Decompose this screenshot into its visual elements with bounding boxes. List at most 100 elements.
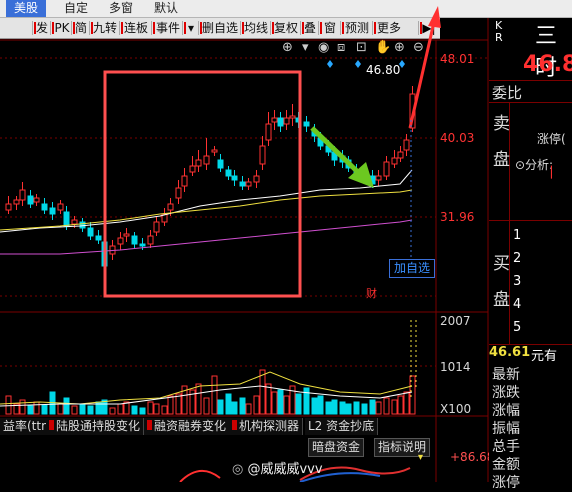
weibo-watermark: ◎ @威威威vvv bbox=[232, 458, 323, 477]
crosshair-icon[interactable]: ⊕ bbox=[282, 40, 293, 55]
candle bbox=[217, 154, 224, 172]
box-icon[interactable]: ⧈ bbox=[337, 40, 345, 55]
candle bbox=[289, 104, 296, 126]
volume-bar bbox=[5, 395, 12, 415]
candle bbox=[225, 166, 232, 180]
volume-bar bbox=[153, 403, 160, 415]
candle bbox=[57, 200, 64, 214]
volume-axis-label-high: 2007 bbox=[440, 314, 471, 328]
candle-body bbox=[195, 159, 202, 167]
volume-bar bbox=[317, 395, 324, 415]
stock-price: 46.8 bbox=[523, 52, 572, 77]
volume-bar bbox=[175, 393, 182, 415]
volume-bar bbox=[295, 393, 302, 415]
candle bbox=[245, 178, 252, 190]
candle-body bbox=[253, 175, 260, 183]
volume-bar bbox=[195, 383, 202, 415]
candle bbox=[271, 110, 278, 130]
candle bbox=[5, 196, 12, 214]
volume-bar bbox=[167, 395, 174, 415]
volume-bar bbox=[325, 401, 332, 415]
volume-axis-label-mid: 1014 bbox=[440, 360, 471, 374]
buy-level-4: 4 bbox=[513, 297, 522, 312]
tab-marker bbox=[232, 420, 237, 430]
candle-body bbox=[383, 161, 390, 177]
candle-body bbox=[181, 175, 188, 187]
candle-body bbox=[147, 235, 154, 245]
dropdown-arrow-icon[interactable]: ▾ bbox=[418, 452, 430, 464]
weibi-label: 委比 bbox=[492, 84, 523, 102]
tab-hk-connect-holding[interactable]: 陆股通持股变化 bbox=[46, 418, 145, 435]
add-watchlist-button[interactable]: 加自选 bbox=[389, 259, 435, 278]
tab-institution-detector[interactable]: 机构探测器 bbox=[229, 418, 304, 435]
volume-bar bbox=[27, 405, 34, 415]
candle bbox=[397, 146, 404, 162]
volume-bar bbox=[369, 399, 376, 415]
candle-body bbox=[79, 221, 86, 229]
bag-icon[interactable]: ⊡ bbox=[356, 40, 367, 55]
stat-amount: 金额 bbox=[492, 457, 520, 473]
candle bbox=[303, 116, 310, 132]
volume-bar bbox=[19, 399, 26, 415]
candle-body bbox=[231, 175, 238, 181]
candle-body bbox=[95, 235, 102, 241]
candle-body bbox=[87, 227, 94, 237]
candle-body bbox=[189, 165, 196, 173]
volume-bar bbox=[71, 405, 78, 415]
candle bbox=[123, 228, 130, 242]
candle bbox=[277, 112, 284, 132]
limit-up-label: 涨停( bbox=[537, 132, 566, 146]
finance-event-marker[interactable]: 财 bbox=[366, 285, 377, 301]
candle bbox=[95, 230, 102, 244]
volume-bars bbox=[5, 369, 416, 415]
highlight-box bbox=[103, 70, 302, 298]
volume-bar bbox=[161, 405, 168, 415]
market-code: K R bbox=[495, 19, 503, 44]
sell-side-label: 卖盘 bbox=[493, 114, 510, 170]
volume-bar bbox=[117, 403, 124, 415]
candle-body bbox=[71, 219, 78, 225]
candle-body bbox=[265, 123, 272, 141]
analysis-label[interactable]: ⊙分析: bbox=[515, 156, 553, 173]
tab-dark-pool-funds[interactable]: 暗盘资金 bbox=[308, 438, 365, 457]
candle bbox=[153, 216, 160, 236]
candle-body bbox=[403, 139, 410, 151]
volume-bar bbox=[87, 405, 94, 415]
tab-margin-trading[interactable]: 融资融券变化 bbox=[144, 418, 231, 435]
volume-bar bbox=[361, 403, 368, 415]
candle bbox=[259, 136, 266, 170]
volume-bar bbox=[147, 401, 154, 415]
tab-l2-capital-bottom[interactable]: L2 资金抄底 bbox=[305, 418, 379, 435]
stat-volume: 总手 bbox=[492, 439, 520, 455]
moving-average-lines bbox=[0, 169, 413, 255]
kline-chart[interactable] bbox=[0, 0, 572, 482]
sub-indicator-value: +86.68 bbox=[450, 450, 495, 464]
candle bbox=[391, 150, 398, 168]
candle-body bbox=[277, 117, 284, 127]
price-axis-label-low: 31.96 bbox=[440, 210, 475, 224]
candle-body bbox=[63, 211, 70, 227]
volume-bar bbox=[253, 395, 260, 415]
eye-icon[interactable]: ◉ bbox=[318, 40, 329, 55]
tab-institution-label: 机构探测器 bbox=[239, 419, 300, 433]
dropdown-arrow-icon[interactable]: ▾ bbox=[302, 40, 309, 55]
candle-body bbox=[391, 157, 398, 165]
candle-body bbox=[13, 199, 20, 205]
candle bbox=[231, 170, 238, 186]
candle-body bbox=[397, 151, 404, 159]
price-axis-label-mid: 40.03 bbox=[440, 131, 475, 145]
plus-circle-icon[interactable]: ⊕ bbox=[394, 40, 405, 55]
volume-bar bbox=[311, 397, 318, 415]
red-bar-indicator: ▏ bbox=[551, 166, 560, 179]
volume-bar bbox=[403, 391, 410, 415]
candle-body bbox=[27, 195, 34, 205]
volume-bar bbox=[259, 369, 266, 415]
volume-bar bbox=[397, 395, 404, 415]
summary-price: 46.61 bbox=[489, 345, 531, 360]
candle-body bbox=[271, 117, 278, 123]
stats-list: 最新 涨跌 涨幅 振幅 总手 金额 涨停 bbox=[492, 366, 532, 492]
candle-body bbox=[117, 237, 124, 245]
minus-circle-icon[interactable]: ⊖ bbox=[413, 40, 424, 55]
hand-icon[interactable]: ✋ bbox=[375, 40, 391, 55]
candle bbox=[79, 218, 86, 232]
